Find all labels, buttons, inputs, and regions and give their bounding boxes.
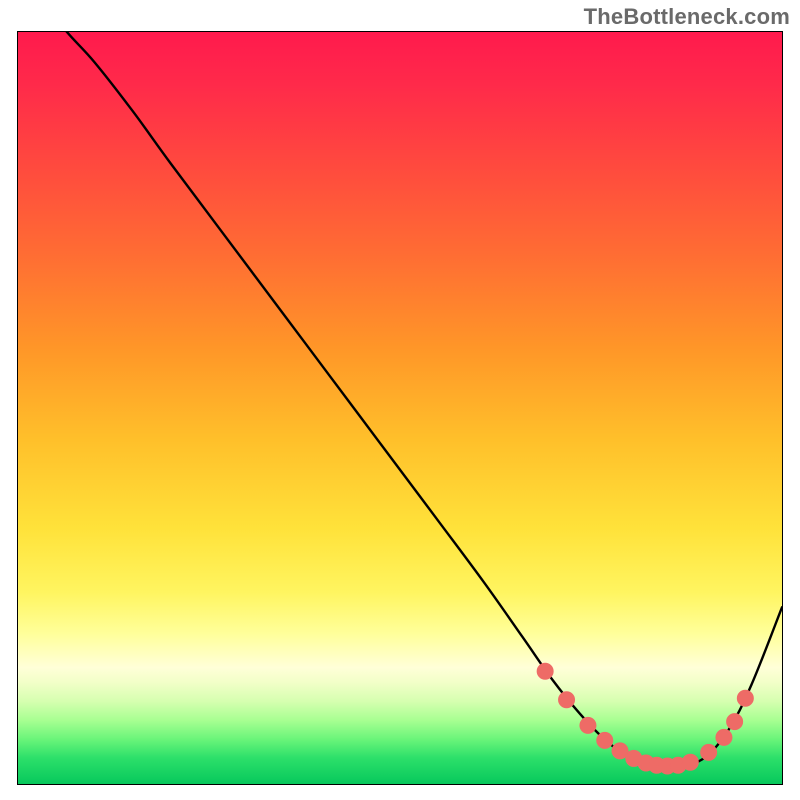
curve-marker [537, 663, 553, 679]
curve-marker [597, 732, 613, 748]
gradient-background [18, 32, 782, 784]
curve-marker [727, 714, 743, 730]
chart-stage: TheBottleneck.com [0, 0, 800, 800]
watermark-text: TheBottleneck.com [584, 4, 790, 30]
curve-marker [559, 692, 575, 708]
curve-marker [737, 690, 753, 706]
chart-svg [0, 0, 800, 800]
curve-marker [580, 717, 596, 733]
curve-marker [716, 729, 732, 745]
curve-marker [701, 744, 717, 760]
curve-marker [682, 754, 698, 770]
